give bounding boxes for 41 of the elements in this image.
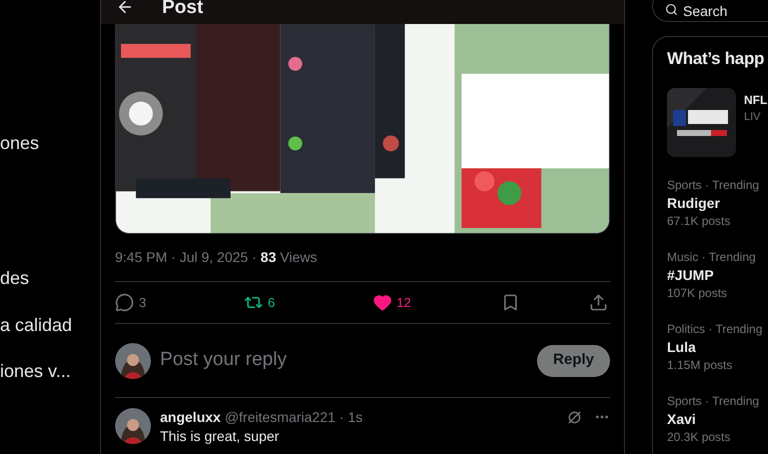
avatar [115,342,151,378]
trend-item[interactable]: Sports · Trending Xavi 20.3K posts [667,393,768,446]
nav-item[interactable]: iones v... [0,359,71,383]
trend-context: Music · Trending [667,249,757,265]
live-label: LIV [744,110,762,125]
trend-name: #JUMP [667,266,715,285]
heart-icon [372,293,392,312]
share-button[interactable] [589,293,608,312]
trend-title[interactable]: NFL [744,91,768,109]
trend-context: Sports · Trending [667,177,760,193]
search-field[interactable]: Search [652,0,768,22]
trend-posts: 67.1K posts [667,213,732,230]
like-button[interactable]: 12 [372,292,432,312]
grok-icon[interactable] [567,410,582,424]
trend-context: Sports · Trending [667,393,760,409]
trend-name: Lula [667,338,697,357]
back-icon[interactable] [116,0,134,16]
trend-name: Xavi [667,410,697,429]
nav-item[interactable]: ones [0,131,40,155]
trend-name: Rudiger [667,194,721,213]
nav-item[interactable]: des [0,266,30,290]
panel-title: What’s happ [667,48,766,70]
author-name[interactable]: angeluxx [160,408,221,426]
reply-button[interactable]: 3 [115,292,175,312]
nav-item[interactable]: a calidad [0,313,72,337]
trend-item[interactable]: Music · Trending #JUMP 107K posts [667,249,768,302]
trend-item[interactable]: Sports · Trending Rudiger 67.1K posts [667,177,768,230]
repost-button[interactable]: 6 [244,292,304,312]
page-title: Post [162,0,204,20]
trend-context: Politics · Trending [667,321,764,337]
share-icon [589,293,608,312]
reply-icon [115,293,134,312]
avatar [115,408,151,444]
reply-text: This is great, super [160,427,280,446]
trend-posts: 20.3K posts [667,429,732,446]
author-handle: @freitesmaria221 · 1s [224,408,363,426]
trend-posts: 1.15M posts [667,357,734,374]
trend-posts: 107K posts [667,285,728,302]
post-timestamp: 9:45 PM · Jul 9, 2025 · 83 Views [115,249,318,265]
search-icon [665,3,678,16]
trend-item[interactable]: Politics · Trending Lula 1.15M posts [667,321,768,374]
